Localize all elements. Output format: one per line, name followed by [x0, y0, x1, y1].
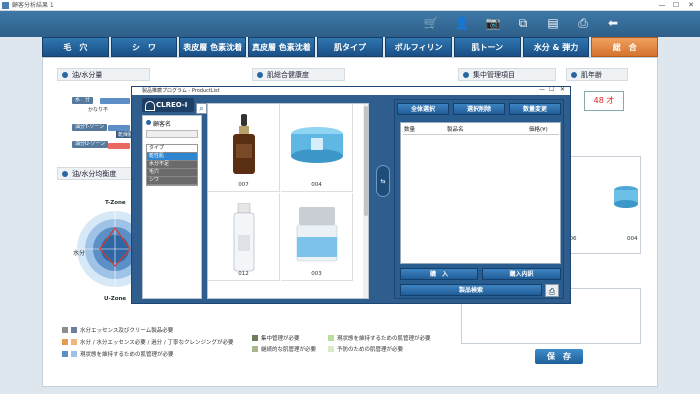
product-grid: 007 004 012 003	[207, 103, 369, 299]
product-caption-004: 004	[311, 182, 322, 188]
search-icon[interactable]: ⌕	[196, 103, 207, 114]
product-search-button[interactable]: 製品検索	[400, 284, 542, 296]
window-title: 顧客分析結果 1	[12, 2, 54, 9]
cart-panel: 全体選択 選択削除 数量変更 数量 製品名 価格(¥) 購 入 購入内訳 製品検…	[394, 99, 564, 299]
analysis-tabs: 毛 穴 シ ワ 表皮層 色素沈着 真皮層 色素沈着 肌タイプ ポルフィリン 肌ト…	[42, 37, 659, 57]
save-button[interactable]: 保 存	[535, 349, 583, 364]
tab-porphyrin[interactable]: ポルフィリン	[385, 37, 453, 57]
bar-label-uzone: 油分U-ゾーン	[72, 141, 109, 148]
cart-icon[interactable]: 🛒	[423, 16, 439, 30]
document-icon[interactable]: ▤	[545, 16, 561, 30]
legend-left-1: 水分エッセンス及びクリーム製品必要	[62, 326, 173, 334]
transfer-icon[interactable]: ⇆	[376, 165, 390, 197]
copy-icon[interactable]: ⧉	[515, 16, 531, 30]
tab-moisture-elasticity[interactable]: 水分 & 弾力	[522, 37, 590, 57]
tab-skin-type[interactable]: 肌タイプ	[316, 37, 384, 57]
radar-label-tzone: T-Zone	[105, 200, 126, 206]
section-skin-age: 肌年齢	[566, 68, 628, 81]
product-caption-012: 012	[238, 271, 249, 277]
tab-epidermal-pigment[interactable]: 表皮層 色素沈着	[179, 37, 247, 57]
app-icon	[2, 2, 9, 9]
list-item-pores[interactable]: 毛穴	[147, 169, 197, 177]
product-list-dialog: 製品推薦プログラム - ProductList — ☐ ✕ CLREO-I ⌕ …	[131, 86, 571, 304]
dialog-title: 製品推薦プログラム - ProductList	[142, 88, 220, 94]
col-quantity: 数量	[404, 127, 416, 133]
skin-category-list: タイプ 乾性肌 水分不足 毛穴 シワ	[146, 144, 198, 186]
dialog-minimize-button[interactable]: —	[539, 86, 545, 94]
dialog-maximize-button[interactable]: ☐	[549, 86, 554, 94]
product-caption-003: 003	[311, 271, 322, 277]
product-card-003[interactable]: 003	[281, 193, 353, 281]
select-all-button[interactable]: 全体選択	[397, 103, 449, 115]
tab-pores[interactable]: 毛 穴	[42, 37, 109, 57]
cream-jar-silver-image	[296, 207, 338, 262]
product-caption-007: 007	[238, 182, 249, 188]
printer-icon[interactable]: ⎙	[575, 16, 591, 30]
dropper-bottle-image	[233, 114, 255, 174]
product-thumb-004[interactable]	[612, 182, 640, 212]
cart-table: 数量 製品名 価格(¥)	[400, 122, 561, 264]
customer-name-field[interactable]	[146, 130, 198, 138]
user-icon[interactable]: 👤	[454, 16, 470, 30]
scrollbar-thumb[interactable]	[364, 106, 368, 216]
back-arrow-icon[interactable]: ⬅	[605, 16, 621, 30]
radar-label-uzone: U-Zone	[104, 296, 127, 302]
product-grid-scrollbar[interactable]	[363, 104, 368, 298]
legend-mid-3: 現状態を維持するための肌管理が必要	[328, 334, 431, 342]
maximize-button[interactable]: ☐	[669, 0, 683, 11]
tab-overall[interactable]: 総 合	[591, 37, 659, 57]
bar-label-water: 水 分	[72, 97, 94, 104]
minimize-button[interactable]: —	[655, 0, 669, 11]
list-item-wrinkles[interactable]: シワ	[147, 177, 197, 185]
delete-selection-button[interactable]: 選択削除	[453, 103, 505, 115]
top-toolbar	[0, 11, 700, 37]
list-header-type: タイプ	[147, 145, 197, 153]
water-bar-text: かなり不	[88, 107, 109, 113]
section-focus-items: 集中管理項目	[458, 68, 556, 81]
col-price: 価格(¥)	[529, 127, 548, 133]
radar-label-water: 水分	[73, 250, 86, 257]
filter-panel: 顧客名 タイプ 乾性肌 水分不足 毛穴 シワ	[142, 115, 202, 299]
skin-age-value: 48 才	[584, 91, 624, 111]
clreo-logo: CLREO-I	[142, 98, 194, 112]
tab-wrinkles[interactable]: シ ワ	[110, 37, 178, 57]
section-skin-health: 肌総合健康度	[252, 68, 345, 81]
legend-mid-2: 継続的な肌管理が必要	[252, 345, 316, 353]
legend-left-2: 水分 / 水分エッセンス必要 / 過分 / 丁寧なクレンジングが必要	[62, 338, 233, 346]
dialog-titlebar: 製品推薦プログラム - ProductList — ☐ ✕	[132, 86, 570, 95]
camera-icon[interactable]: 📷	[485, 16, 501, 30]
table-divider	[403, 134, 559, 135]
purchase-button[interactable]: 購 入	[400, 268, 478, 280]
window-titlebar: 顧客分析結果 1 — ☐ ✕	[0, 0, 700, 11]
product-card-012[interactable]: 012	[208, 193, 280, 281]
col-product-name: 製品名	[447, 127, 464, 133]
tab-dermal-pigment[interactable]: 真皮層 色素沈着	[248, 37, 315, 57]
section-oil-water: 油/水分量	[57, 68, 150, 81]
product-card-004[interactable]: 004	[281, 104, 353, 192]
legend-mid-4: 予防のための肌管理が必要	[328, 345, 403, 353]
change-quantity-button[interactable]: 数量変更	[509, 103, 561, 115]
purchase-history-button[interactable]: 購入内訳	[482, 268, 561, 280]
dialog-close-button[interactable]: ✕	[560, 86, 565, 94]
legend-mid-1: 集中管理が必要	[252, 334, 300, 342]
water-bar	[100, 98, 130, 104]
bar-label-tzone: 油分T-ゾーン	[72, 124, 108, 131]
customer-name-label: 顧客名	[143, 116, 201, 130]
cream-jar-blue-image	[291, 127, 343, 163]
right-caption-004: 004	[627, 236, 638, 242]
list-item-dehydrated[interactable]: 水分不足	[147, 161, 197, 169]
list-item-dry-skin[interactable]: 乾性肌	[147, 153, 197, 161]
close-button[interactable]: ✕	[684, 0, 698, 11]
clear-bottle-image	[233, 203, 255, 272]
legend-left-3: 現状態を維持するための肌管理が必要	[62, 350, 174, 358]
printer-icon[interactable]: ⎙	[545, 284, 559, 297]
product-card-007[interactable]: 007	[208, 104, 280, 192]
tab-skin-tone[interactable]: 肌トーン	[454, 37, 521, 57]
uzone-bar	[108, 143, 130, 149]
